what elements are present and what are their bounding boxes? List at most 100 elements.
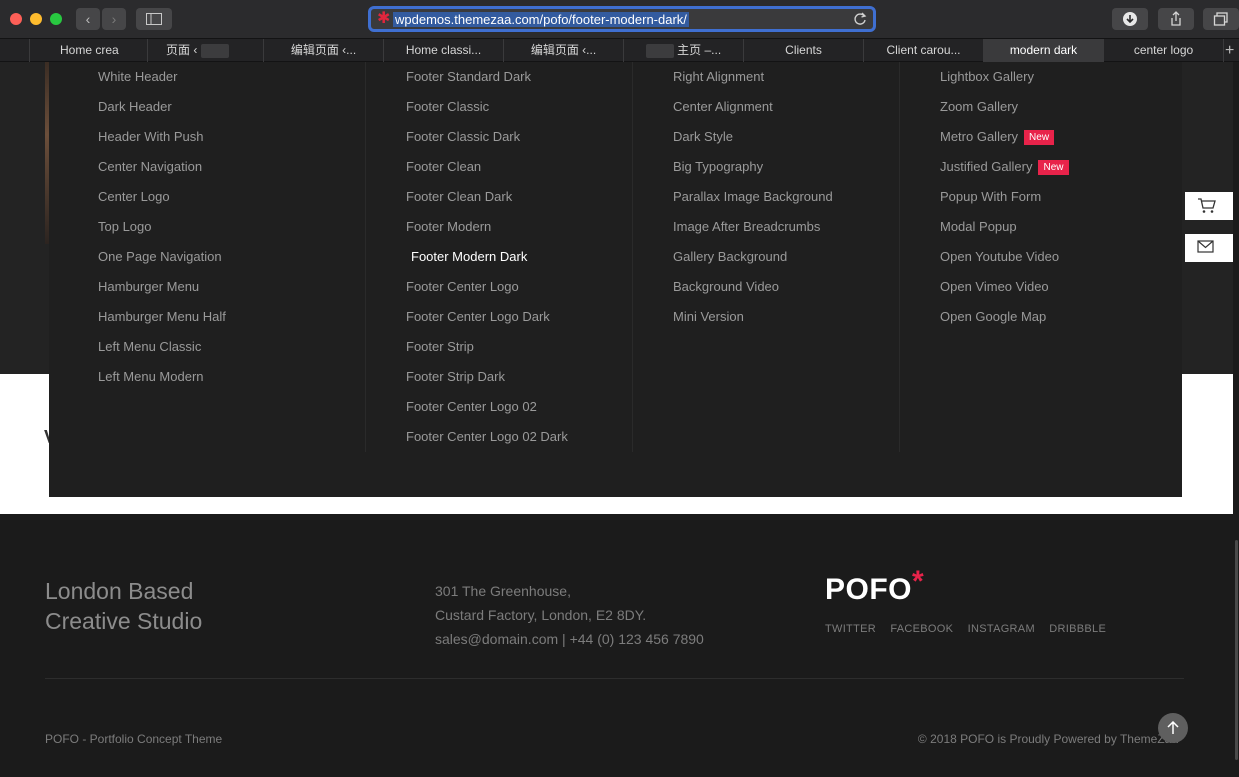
tab-home-cn[interactable]: 主页 –... [624, 39, 744, 62]
menu-item[interactable]: Hamburger Menu Half [98, 307, 226, 327]
new-tab-button[interactable]: + [1225, 39, 1239, 62]
menu-item[interactable]: Open Vimeo Video [940, 277, 1049, 297]
tab-label: 页面 ‹ [166, 43, 198, 57]
reload-icon[interactable] [853, 11, 867, 27]
menu-item[interactable]: Footer Classic Dark [406, 127, 520, 147]
menu-item[interactable]: Left Menu Modern [98, 367, 204, 387]
close-window-button[interactable] [10, 13, 22, 25]
menu-item[interactable]: Image After Breadcrumbs [673, 217, 820, 237]
menu-item[interactable]: Center Alignment [673, 97, 773, 117]
tab-page[interactable]: 页面 ‹ [148, 39, 264, 62]
tab-clients[interactable]: Clients [744, 39, 864, 62]
menu-item[interactable]: Big Typography [673, 157, 763, 177]
footer-divider [45, 678, 1184, 679]
tab-label: center logo [1133, 43, 1194, 57]
instagram-link[interactable]: INSTAGRAM [968, 623, 1035, 635]
menu-item[interactable]: Header With Push [98, 127, 204, 147]
back-button[interactable]: ‹ [76, 8, 100, 30]
logo-text: POFO [825, 573, 913, 606]
address-bar[interactable]: ✱ wpdemos.themezaa.com/pofo/footer-moder… [368, 6, 876, 32]
menu-item[interactable]: Left Menu Classic [98, 337, 201, 357]
url-text[interactable]: wpdemos.themezaa.com/pofo/footer-modern-… [393, 12, 689, 27]
tab-label: 主页 –... [677, 43, 722, 57]
menu-item[interactable]: Footer Center Logo 02 [406, 397, 537, 417]
tab-client-carousel[interactable]: Client carou... [864, 39, 984, 62]
browser-titlebar: ‹ › ✱ wpdemos.themezaa.com/pofo/footer-m… [0, 0, 1239, 38]
tab-center-logo[interactable]: center logo [1104, 39, 1224, 62]
menu-item[interactable]: Center Logo [98, 187, 170, 207]
menu-item[interactable]: Open Google Map [940, 307, 1046, 327]
share-button[interactable] [1158, 8, 1194, 30]
page-scrollbar-thumb[interactable] [1235, 540, 1238, 760]
web-page: V White Header Dark Header Header With P… [0, 62, 1233, 777]
forward-button[interactable]: › [102, 8, 126, 30]
arrow-up-icon [1167, 721, 1179, 734]
copyright-left: POFO - Portfolio Concept Theme [45, 732, 223, 746]
scroll-to-top-button[interactable] [1158, 713, 1188, 743]
menu-item[interactable]: Modal Popup [940, 217, 1017, 237]
menu-item[interactable]: One Page Navigation [98, 247, 222, 267]
footer-address: 301 The Greenhouse, Custard Factory, Lon… [435, 579, 704, 651]
menu-item[interactable]: Zoom Gallery [940, 97, 1018, 117]
menu-item[interactable]: Footer Standard Dark [406, 67, 531, 87]
tabs-icon [1213, 12, 1228, 26]
maximize-window-button[interactable] [50, 13, 62, 25]
facebook-link[interactable]: FACEBOOK [890, 623, 953, 635]
blurred-text [200, 43, 229, 58]
tab-home-classic[interactable]: Home classi... [384, 39, 504, 62]
menu-item[interactable]: Footer Modern [406, 217, 491, 237]
menu-item[interactable]: Parallax Image Background [673, 187, 833, 207]
menu-item[interactable]: Footer Center Logo [406, 277, 519, 297]
new-badge: New [1024, 130, 1055, 145]
menu-divider [365, 62, 366, 452]
menu-item[interactable]: Gallery Background [673, 247, 787, 267]
menu-item[interactable]: Footer Strip Dark [406, 367, 505, 387]
minimize-window-button[interactable] [30, 13, 42, 25]
menu-item[interactable]: Center Navigation [98, 157, 202, 177]
tagline-line: London Based [45, 578, 194, 604]
menu-item[interactable]: White Header [98, 67, 177, 87]
tab-home-creative[interactable]: Home crea [30, 39, 148, 62]
cart-icon [1198, 198, 1216, 213]
tab-bar: Home crea 页面 ‹ 编辑页面 ‹... Home classi... … [0, 38, 1239, 62]
downloads-button[interactable] [1112, 8, 1148, 30]
menu-item[interactable]: Footer Center Logo 02 Dark [406, 427, 568, 447]
menu-item-metro-gallery[interactable]: Metro Gallery New [940, 127, 1055, 147]
menu-item-active[interactable]: Footer Modern Dark [411, 247, 527, 267]
menu-divider [632, 62, 633, 452]
menu-item[interactable]: Footer Strip [406, 337, 474, 357]
menu-item[interactable]: Footer Clean [406, 157, 481, 177]
tab-overview-button[interactable] [1203, 8, 1239, 30]
tab-edit-page-2[interactable]: 编辑页面 ‹... [504, 39, 624, 62]
copyright-right[interactable]: © 2018 POFO is Proudly Powered by ThemeZ… [918, 732, 1178, 746]
menu-item[interactable]: Mini Version [673, 307, 744, 327]
menu-item[interactable]: Lightbox Gallery [940, 67, 1034, 87]
menu-item[interactable]: Top Logo [98, 217, 152, 237]
menu-item[interactable]: Footer Center Logo Dark [406, 307, 550, 327]
menu-item[interactable]: Hamburger Menu [98, 277, 199, 297]
menu-item-justified-gallery[interactable]: Justified Gallery New [940, 157, 1069, 177]
logo-mark: * [912, 565, 925, 598]
tab-edit-page-1[interactable]: 编辑页面 ‹... [264, 39, 384, 62]
tab-label: Home classi... [405, 43, 482, 57]
contact-line[interactable]: sales@domain.com | +44 (0) 123 456 7890 [435, 627, 704, 651]
menu-item[interactable]: Background Video [673, 277, 779, 297]
menu-item[interactable]: Dark Style [673, 127, 733, 147]
menu-divider [899, 62, 900, 452]
cart-widget-button[interactable] [1185, 192, 1233, 220]
twitter-link[interactable]: TWITTER [825, 623, 876, 635]
sidebar-toggle-button[interactable] [136, 8, 172, 30]
tab-pinned[interactable] [0, 39, 30, 62]
menu-item[interactable]: Footer Clean Dark [406, 187, 512, 207]
menu-item[interactable]: Dark Header [98, 97, 172, 117]
menu-item[interactable]: Open Youtube Video [940, 247, 1059, 267]
tab-modern-dark[interactable]: modern dark [984, 39, 1104, 62]
download-icon [1123, 12, 1137, 26]
dribbble-link[interactable]: DRIBBBLE [1049, 623, 1106, 635]
menu-item[interactable]: Right Alignment [673, 67, 764, 87]
address-line: Custard Factory, London, E2 8DY. [435, 607, 647, 623]
menu-item[interactable]: Footer Classic [406, 97, 489, 117]
footer-logo[interactable]: POFO* [825, 565, 924, 607]
contact-widget-button[interactable] [1185, 234, 1233, 262]
menu-item[interactable]: Popup With Form [940, 187, 1041, 207]
